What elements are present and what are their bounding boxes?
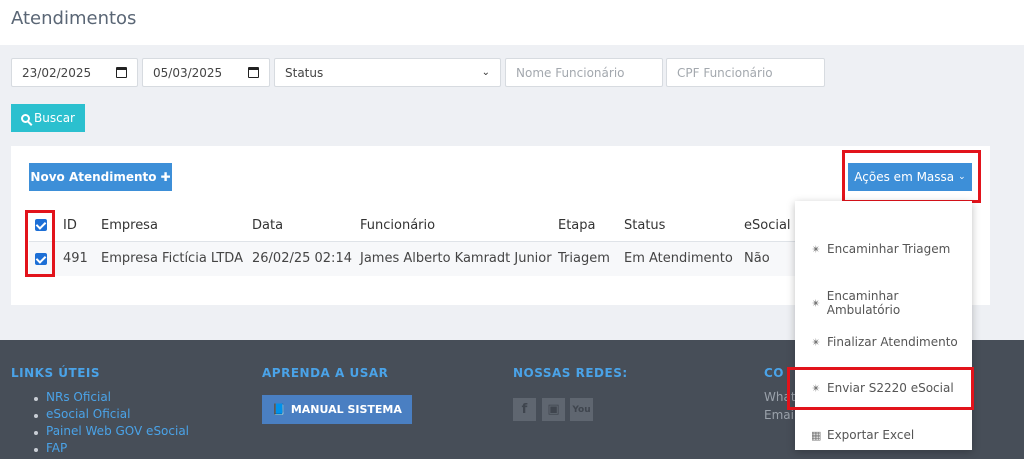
instagram-icon[interactable]: ▣ xyxy=(542,398,565,421)
highlight-box xyxy=(25,210,55,277)
excel-file-icon: ▦ xyxy=(811,428,822,442)
link-nrs-oficial[interactable]: NRs Oficial xyxy=(46,390,111,404)
link-fap[interactable]: FAP xyxy=(46,441,67,455)
date-end-value: 05/03/2025 xyxy=(153,65,223,80)
social-heading: NOSSAS REDES: xyxy=(513,366,628,380)
stethoscope-icon: ✴ xyxy=(811,335,821,349)
bullet xyxy=(34,448,38,452)
learn-heading: APRENDA A USAR xyxy=(262,366,389,380)
links-heading: LINKS ÚTEIS xyxy=(11,366,101,380)
stethoscope-icon: ✴ xyxy=(811,296,821,310)
header-funcionario[interactable]: Funcionário xyxy=(360,218,435,233)
date-start-value: 23/02/2025 xyxy=(22,65,92,80)
chevron-down-icon: ⌄ xyxy=(481,67,490,78)
plus-icon: ✚ xyxy=(160,170,171,184)
stethoscope-icon: ✴ xyxy=(811,242,821,256)
date-start-input[interactable]: 23/02/2025 xyxy=(11,58,138,87)
search-button[interactable]: Buscar xyxy=(11,104,85,132)
cpf-funcionario-input[interactable]: CPF Funcionário xyxy=(666,58,825,87)
highlight-box xyxy=(842,150,981,203)
page-header: Atendimentos xyxy=(0,0,1024,45)
cell-data: 26/02/25 02:14 xyxy=(252,251,352,266)
search-button-label: Buscar xyxy=(34,111,75,125)
nome-funcionario-input[interactable]: Nome Funcionário xyxy=(505,58,663,87)
search-icon xyxy=(21,113,30,123)
header-etapa[interactable]: Etapa xyxy=(558,218,596,233)
cell-empresa: Empresa Fictícia LTDA xyxy=(101,251,243,266)
cpf-funcionario-placeholder: CPF Funcionário xyxy=(677,65,773,80)
link-esocial-oficial[interactable]: eSocial Oficial xyxy=(46,407,130,421)
cell-status: Em Atendimento xyxy=(624,251,733,266)
menu-item-finalizar-atendimento[interactable]: ✴ Finalizar Atendimento xyxy=(811,335,958,349)
header-empresa[interactable]: Empresa xyxy=(101,218,158,233)
contact-email: Emai xyxy=(764,408,794,422)
menu-item-encaminhar-ambulatorio[interactable]: ✴ Encaminhar Ambulatório xyxy=(811,289,972,317)
status-select[interactable]: Status ⌄ xyxy=(274,58,501,87)
acoes-dropdown-menu: ✴ Encaminhar Triagem ✴ Encaminhar Ambula… xyxy=(795,201,972,450)
header-esocial[interactable]: eSocial xyxy=(744,218,791,233)
menu-item-encaminhar-triagem[interactable]: ✴ Encaminhar Triagem xyxy=(811,242,950,256)
link-painel-gov[interactable]: Painel Web GOV eSocial xyxy=(46,424,189,438)
manual-sistema-label: MANUAL SISTEMA xyxy=(290,403,402,416)
cell-id: 491 xyxy=(63,251,88,266)
youtube-icon[interactable]: You xyxy=(570,398,593,421)
novo-atendimento-label: Novo Atendimento xyxy=(30,170,157,184)
page-title: Atendimentos xyxy=(11,8,137,29)
status-select-value: Status xyxy=(285,65,324,80)
calendar-icon[interactable] xyxy=(116,67,127,78)
bullet xyxy=(34,431,38,435)
nome-funcionario-placeholder: Nome Funcionário xyxy=(516,65,625,80)
highlight-box xyxy=(787,367,974,410)
manual-sistema-button[interactable]: 📘 MANUAL SISTEMA xyxy=(262,395,412,424)
calendar-icon[interactable] xyxy=(248,67,259,78)
menu-item-label: Exportar Excel xyxy=(827,428,915,442)
header-data[interactable]: Data xyxy=(252,218,283,233)
cell-funcionario: James Alberto Kamradt Junior xyxy=(360,251,552,266)
bullet xyxy=(34,414,38,418)
menu-item-label: Encaminhar Ambulatório xyxy=(826,289,901,317)
cell-esocial: Não xyxy=(744,251,770,266)
book-icon: 📘 xyxy=(272,403,286,416)
cell-etapa: Triagem xyxy=(558,251,610,266)
menu-item-label: Finalizar Atendimento xyxy=(827,335,958,349)
header-status[interactable]: Status xyxy=(624,218,665,233)
bullet xyxy=(34,397,38,401)
novo-atendimento-button[interactable]: Novo Atendimento ✚ xyxy=(29,163,172,191)
header-id[interactable]: ID xyxy=(63,218,77,233)
contact-heading: CO xyxy=(764,366,785,380)
menu-item-label: Encaminhar Triagem xyxy=(827,242,951,256)
menu-item-exportar-excel[interactable]: ▦ Exportar Excel xyxy=(811,428,914,442)
date-end-input[interactable]: 05/03/2025 xyxy=(142,58,270,87)
facebook-icon[interactable]: f xyxy=(513,398,536,421)
